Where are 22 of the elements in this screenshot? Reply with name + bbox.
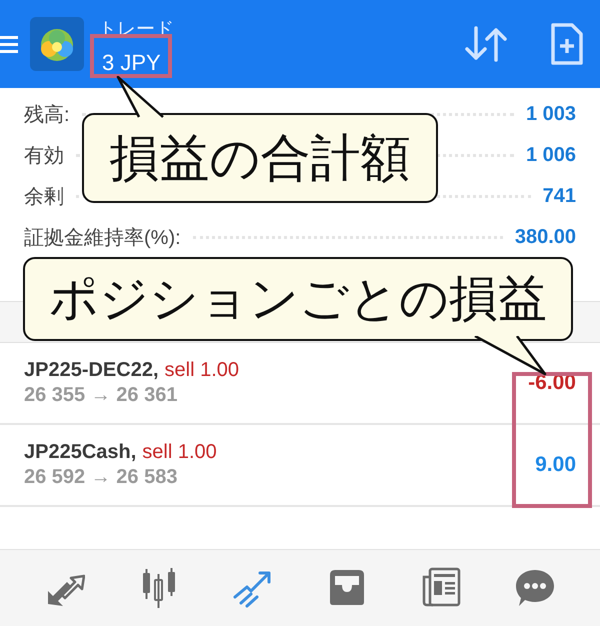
order-side: sell 1.00 bbox=[142, 441, 217, 463]
chat-icon[interactable] bbox=[515, 567, 555, 609]
field-label: 証拠金維持率(%): bbox=[24, 226, 181, 251]
profit-total: 3 JPY bbox=[101, 50, 161, 76]
app-logo-icon bbox=[30, 17, 84, 71]
new-document-icon[interactable] bbox=[550, 22, 584, 66]
price-range: 26 355 → 26 361 bbox=[24, 384, 178, 407]
field-value: 1 003 bbox=[526, 103, 576, 126]
profit-value: 9.00 bbox=[535, 453, 576, 477]
symbol-name: JP225-DEC22, bbox=[24, 359, 159, 381]
symbol-name: JP225Cash, bbox=[24, 441, 136, 463]
price-range: 26 592 → 26 583 bbox=[24, 466, 178, 489]
field-value: 380.00 bbox=[514, 226, 576, 249]
newspaper-icon[interactable] bbox=[421, 567, 461, 609]
order-side: sell 1.00 bbox=[164, 359, 240, 381]
sort-icon[interactable] bbox=[464, 24, 508, 64]
field-value: 1 006 bbox=[526, 144, 576, 167]
position-row[interactable]: JP225Cash, sell 1.00 26 592 → 26 583 9.00 bbox=[0, 425, 600, 507]
field-label: 有効 bbox=[24, 144, 64, 169]
field-label: 余剰 bbox=[24, 185, 64, 210]
field-value: 741 bbox=[542, 185, 576, 208]
field-label: 残高: bbox=[24, 103, 70, 128]
